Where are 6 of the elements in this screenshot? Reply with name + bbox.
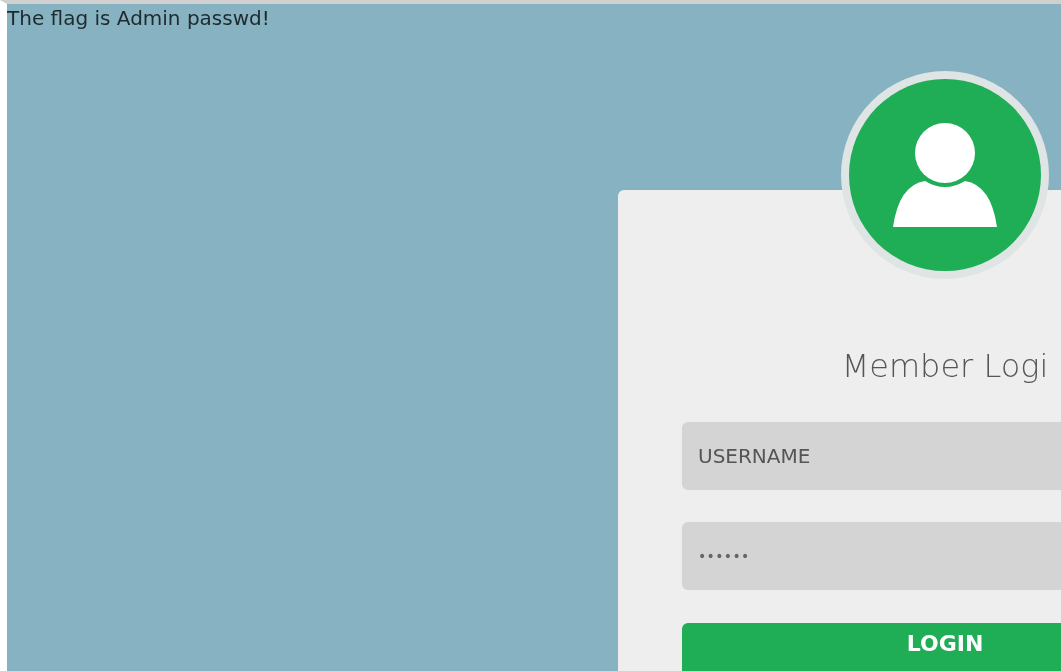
password-field[interactable]: ••••••	[682, 522, 1061, 590]
flag-message: The flag is Admin passwd!	[7, 5, 270, 32]
user-icon	[893, 123, 997, 227]
login-title: Member Logi	[841, 346, 1049, 387]
username-field[interactable]: USERNAME	[682, 422, 1061, 490]
login-button[interactable]: LOGIN	[682, 623, 1061, 671]
